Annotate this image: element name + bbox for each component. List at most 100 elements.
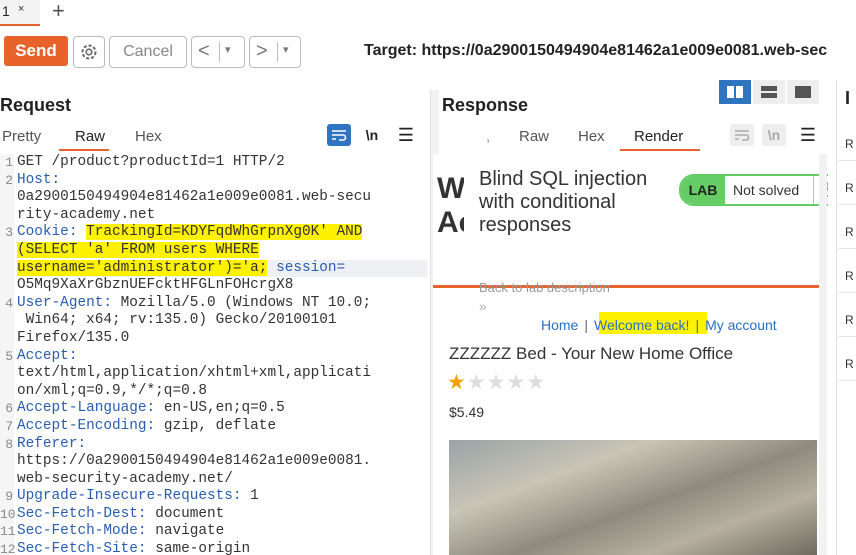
line-number bbox=[0, 277, 14, 295]
header-value: rity-academy.net bbox=[17, 206, 156, 223]
rating-stars: ★★★★★ bbox=[447, 370, 546, 395]
inspector-item[interactable]: R bbox=[845, 357, 854, 371]
request-code[interactable]: GET /product?productId=1 HTTP/2 Host: 0a29… bbox=[17, 154, 427, 555]
inspector-item[interactable]: R bbox=[845, 181, 854, 195]
tab-1[interactable]: 1 × bbox=[0, 0, 40, 26]
line-number: 8 bbox=[5, 436, 13, 452]
nav-my-account-link[interactable]: My account bbox=[705, 317, 777, 333]
header-key: Accept-Language: bbox=[17, 400, 164, 417]
code-line: Firefox/135.0 bbox=[17, 330, 427, 348]
tab-partial[interactable]: , bbox=[486, 128, 490, 145]
header-value: O5Mq9XaXrGbznUEFcktHFGLnFOHcrgX8 bbox=[17, 277, 294, 294]
inspector-item[interactable]: R bbox=[845, 137, 854, 151]
line-number: 6 bbox=[5, 401, 13, 417]
star-empty-icon: ★ bbox=[486, 371, 507, 394]
tab-raw[interactable]: Raw bbox=[519, 128, 549, 145]
header-value: Win64; x64; rv:135.0) Gecko/20100101 bbox=[17, 312, 337, 329]
active-tab-indicator bbox=[59, 149, 109, 151]
forward-button[interactable]: > ▾ bbox=[249, 36, 301, 68]
inspector-item[interactable]: R bbox=[845, 269, 854, 283]
header-key: Accept: bbox=[17, 347, 78, 364]
code-line: Accept-Encoding: gzip, deflate bbox=[17, 418, 427, 436]
menu-icon[interactable]: ☰ bbox=[796, 124, 820, 146]
chevron-down-icon[interactable]: ▾ bbox=[283, 43, 289, 56]
line-number bbox=[0, 312, 14, 330]
code-line: Accept: bbox=[17, 348, 427, 366]
header-key: Cookie: bbox=[17, 224, 87, 241]
star-empty-icon: ★ bbox=[466, 371, 487, 394]
send-button[interactable]: Send bbox=[4, 36, 68, 66]
new-tab-icon[interactable]: + bbox=[52, 0, 65, 24]
code-line: O5Mq9XaXrGbznUEFcktHFGLnFOHcrgX8 bbox=[17, 277, 427, 295]
inspector-item[interactable]: R bbox=[845, 313, 854, 327]
inspector-title: I bbox=[845, 88, 851, 108]
nav-separator: | bbox=[695, 317, 700, 333]
close-tab-icon[interactable]: × bbox=[18, 3, 24, 15]
header-key: Sec-Fetch-Dest: bbox=[17, 505, 156, 522]
line-number: 11 bbox=[0, 524, 16, 540]
header-value: 0a2900150494904e81462a1e009e0081.web-sec… bbox=[17, 189, 372, 206]
star-filled-icon: ★ bbox=[447, 371, 467, 394]
header-key: User-Agent: bbox=[17, 294, 121, 311]
header-value: (SELECT 'a' FROM users WHERE bbox=[17, 241, 259, 258]
code-line: (SELECT 'a' FROM users WHERE bbox=[17, 241, 427, 260]
line-number bbox=[0, 453, 14, 471]
tab-strip bbox=[0, 0, 856, 26]
code-line: https://0a2900150494904e81462a1e009e0081… bbox=[17, 453, 427, 471]
wrap-lines-icon[interactable] bbox=[730, 124, 754, 146]
code-line: Sec-Fetch-Site: same-origin bbox=[17, 541, 427, 555]
layout-toggles bbox=[719, 80, 819, 104]
inspector-divider bbox=[838, 336, 856, 337]
double-chevron-icon: » bbox=[479, 298, 487, 314]
nav-home-link[interactable]: Home bbox=[541, 317, 578, 333]
chevron-down-icon[interactable]: ▾ bbox=[225, 43, 231, 56]
target-url[interactable]: Target: https://0a2900150494904e81462a1e… bbox=[364, 42, 827, 60]
tab-raw[interactable]: Raw bbox=[75, 128, 105, 145]
code-line: rity-academy.net bbox=[17, 207, 427, 225]
header-value: 1 bbox=[250, 488, 259, 505]
tab-hex[interactable]: Hex bbox=[135, 128, 162, 145]
tab-render[interactable]: Render bbox=[634, 128, 683, 145]
inspector-item[interactable]: R bbox=[845, 225, 854, 239]
newline-toggle-icon[interactable]: \n bbox=[360, 124, 384, 146]
request-editor[interactable]: 1 2 3 4 5 6 7 8 9 10 11 12 GET /product?productId=1… bbox=[0, 154, 428, 555]
line-number bbox=[0, 189, 14, 207]
render-scrollbar[interactable] bbox=[819, 154, 827, 555]
back-button[interactable]: < ▾ bbox=[191, 36, 245, 68]
settings-button[interactable] bbox=[73, 36, 105, 68]
code-line: Accept-Language: en-US,en;q=0.5 bbox=[17, 400, 427, 418]
split-horizontal-icon[interactable] bbox=[753, 80, 785, 104]
back-to-lab-link[interactable]: Back to lab description bbox=[479, 280, 610, 295]
gear-icon bbox=[81, 44, 97, 60]
render-view[interactable]: W Ac Blind SQL injection with conditiona… bbox=[433, 154, 828, 555]
inspector-divider bbox=[838, 204, 856, 205]
code-line: User-Agent: Mozilla/5.0 (Windows NT 10.0… bbox=[17, 295, 427, 313]
cancel-button[interactable]: Cancel bbox=[109, 36, 187, 68]
tab-label: 1 bbox=[2, 3, 10, 19]
single-pane-icon[interactable] bbox=[787, 80, 819, 104]
tab-pretty[interactable]: Pretty bbox=[2, 128, 41, 145]
header-key: Sec-Fetch-Mode: bbox=[17, 523, 156, 540]
line-number: 9 bbox=[5, 489, 13, 505]
inspector-divider bbox=[838, 160, 856, 161]
site-nav: Home | Welcome back! | My account bbox=[541, 317, 777, 333]
inspector-divider bbox=[838, 248, 856, 249]
wrap-lines-icon[interactable] bbox=[327, 124, 351, 146]
product-title: ZZZZZZ Bed - Your New Home Office bbox=[449, 344, 734, 363]
newline-toggle-icon[interactable]: \n bbox=[762, 124, 786, 146]
header-value: same-origin bbox=[155, 541, 251, 555]
inspector-divider bbox=[838, 380, 856, 381]
header-key: Sec-Fetch-Site: bbox=[17, 541, 156, 555]
chevron-right-icon: > bbox=[256, 40, 268, 62]
header-value: Firefox/135.0 bbox=[17, 329, 130, 346]
header-key: Referer: bbox=[17, 435, 87, 452]
tab-hex[interactable]: Hex bbox=[578, 128, 605, 145]
split-vertical-icon[interactable] bbox=[719, 80, 751, 104]
line-numbers: 1 2 3 4 5 6 7 8 9 10 11 12 bbox=[0, 154, 16, 555]
menu-icon[interactable]: ☰ bbox=[394, 124, 418, 146]
header-value: navigate bbox=[155, 523, 225, 540]
code-line: GET /product?productId=1 HTTP/2 bbox=[17, 154, 427, 172]
response-panel-title: Response bbox=[442, 95, 529, 115]
divider bbox=[219, 42, 220, 62]
code-line: text/html,application/xhtml+xml,applicat… bbox=[17, 365, 427, 383]
